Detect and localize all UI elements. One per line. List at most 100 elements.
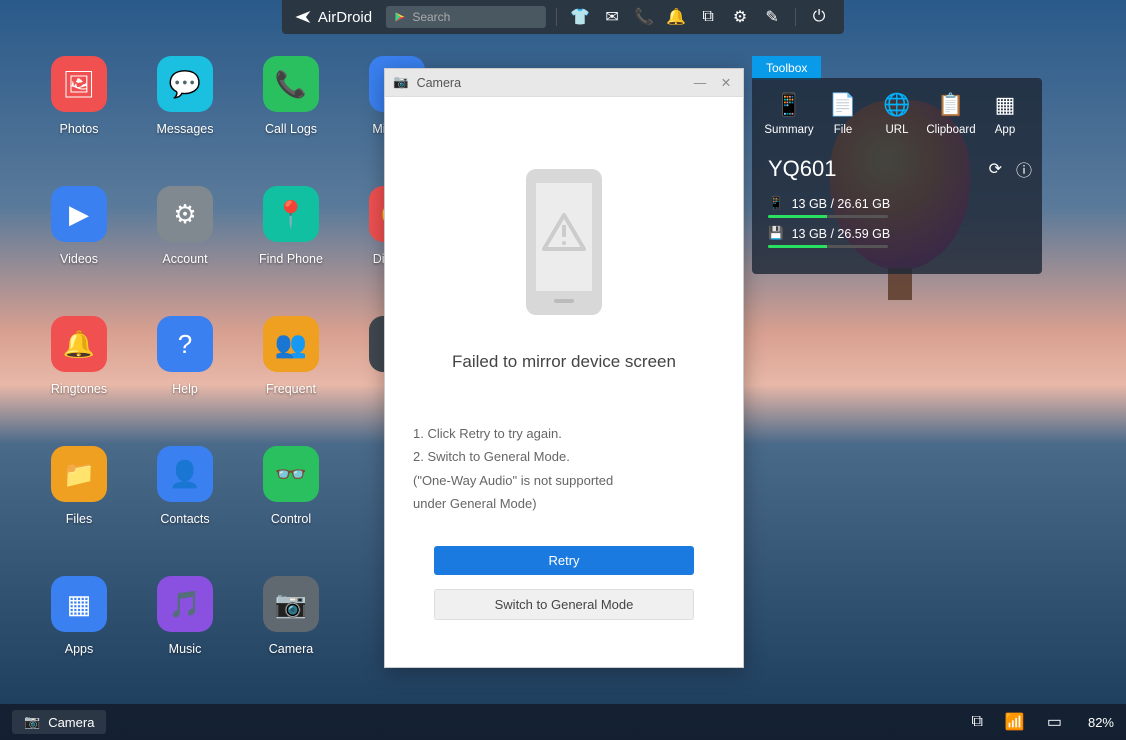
tool-label: Summary (764, 124, 813, 136)
ringtones-icon: 🔔 (51, 316, 107, 372)
search-input[interactable] (412, 10, 538, 24)
videos-icon: ▶ (51, 186, 107, 242)
tool-summary[interactable]: 📱 Summary (763, 92, 815, 136)
find phone-icon: 📍 (263, 186, 319, 242)
app-label: Find Phone (259, 252, 323, 266)
edit-icon[interactable]: ✎ (759, 4, 785, 30)
app-photos[interactable]: 🖼Photos (26, 56, 132, 186)
dialog-steps: 1. Click Retry to try again. 2. Switch t… (413, 422, 715, 516)
app-music[interactable]: 🎵Music (132, 576, 238, 706)
account-icon: ⚙ (157, 186, 213, 242)
refresh-icon[interactable]: ⟳ (989, 159, 1002, 179)
tool-url[interactable]: 🌐 URL (871, 92, 923, 136)
phone-icon[interactable]: 📞 (631, 4, 657, 30)
app-files[interactable]: 📁 Files (26, 446, 132, 576)
battery-icon[interactable]: ▭ (1047, 712, 1062, 732)
close-button[interactable]: ✕ (717, 75, 735, 90)
wifi-icon[interactable]: 📶 (1005, 712, 1025, 732)
files-icon: 📁 (51, 446, 107, 502)
mail-icon[interactable]: ✉ (599, 4, 625, 30)
app-control[interactable]: 👓 Control (238, 446, 344, 576)
storage-bar (768, 215, 888, 218)
battery-percent: 82% (1088, 715, 1114, 730)
app-label: Apps (65, 642, 94, 656)
switch-mode-button[interactable]: Switch to General Mode (434, 589, 694, 620)
taskbar: 📷 Camera ⧉ 📶 ▭ 82% (0, 704, 1126, 740)
bell-icon[interactable]: 🔔 (663, 4, 689, 30)
app-camera[interactable]: 📷 Camera (238, 576, 344, 706)
minimize-button[interactable]: — (691, 76, 709, 90)
storage-text: 13 GB / 26.59 GB (792, 227, 891, 241)
tool-label: App (995, 124, 1015, 136)
call logs-icon: 📞 (263, 56, 319, 112)
gear-icon[interactable]: ⚙ (727, 4, 753, 30)
tool-file[interactable]: 📄File (817, 92, 869, 136)
taskbar-item-camera[interactable]: 📷 Camera (12, 710, 106, 734)
storage-list: 📱 13 GB / 26.61 GB 💾 13 GB / 26.59 GB (762, 196, 1032, 248)
dialog-title: Camera (417, 76, 461, 90)
tool-clipboard[interactable]: 📋 Clipboard (925, 92, 977, 136)
power-icon[interactable]: ⏻ (806, 4, 832, 30)
cast-icon[interactable]: ⧉ (971, 713, 982, 731)
brand-text: AirDroid (318, 9, 372, 26)
play-icon (394, 10, 406, 24)
step-1: 1. Click Retry to try again. (413, 422, 715, 445)
clipboard-icon: 📋 (937, 92, 964, 118)
apps-icon: ▦ (51, 576, 107, 632)
app-apps[interactable]: ▦ Apps (26, 576, 132, 706)
toolbox-row: 📱 Summary 📄File 🌐 URL 📋 Clipboard ▦ App (762, 92, 1032, 136)
toolbox-panel: 📱 Summary 📄File 🌐 URL 📋 Clipboard ▦ App YQ601 ⟳ … (752, 78, 1042, 274)
app-messages[interactable]: 💬Messages (132, 56, 238, 186)
app-label: Ringtones (51, 382, 107, 396)
url-icon: 🌐 (883, 92, 910, 118)
tool-label: Clipboard (926, 124, 975, 136)
storage-icon: 📱 (768, 196, 784, 211)
device-name-row: YQ601 ⟳ ⓘ (768, 156, 1032, 182)
search-box[interactable] (386, 6, 546, 28)
dialog-body: Failed to mirror device screen 1. Click … (385, 97, 743, 654)
app-videos[interactable]: ▶Videos (26, 186, 132, 316)
app-label: Messages (157, 122, 214, 136)
app-help[interactable]: ?Help (132, 316, 238, 446)
toolbox-tab[interactable]: Toolbox (752, 56, 821, 80)
retry-button[interactable]: Retry (434, 546, 694, 575)
shirt-icon[interactable]: 👕 (567, 4, 593, 30)
brand-logo[interactable]: AirDroid (294, 8, 372, 26)
topbar: AirDroid 👕 ✉ 📞 🔔 ⧉ ⚙ ✎ ⏻ (282, 0, 844, 34)
app-frequent[interactable]: 👥Frequent (238, 316, 344, 446)
camera-icon: 📷 (24, 714, 40, 730)
storage-row-0: 📱 13 GB / 26.61 GB (768, 196, 1026, 218)
summary-icon: 📱 (775, 92, 802, 118)
device-name: YQ601 (768, 156, 837, 182)
app-find-phone[interactable]: 📍 Find Phone (238, 186, 344, 316)
separator (795, 8, 796, 26)
devices-icon[interactable]: ⧉ (695, 4, 721, 30)
app-label: Control (271, 512, 311, 526)
storage-text: 13 GB / 26.61 GB (792, 197, 891, 211)
photos-icon: 🖼 (51, 56, 107, 112)
dialog-titlebar[interactable]: 📷 Camera — ✕ (385, 69, 743, 97)
app-contacts[interactable]: 👤Contacts (132, 446, 238, 576)
camera-icon: 📷 (263, 576, 319, 632)
help-icon: ? (157, 316, 213, 372)
storage-icon: 💾 (768, 226, 784, 241)
app-label: Files (66, 512, 92, 526)
app-call-logs[interactable]: 📞Call Logs (238, 56, 344, 186)
tool-label: URL (885, 124, 908, 136)
phone-warning-icon (518, 167, 610, 317)
control-icon: 👓 (263, 446, 319, 502)
app-label: Account (162, 252, 207, 266)
taskbar-item-label: Camera (48, 715, 94, 730)
app-ringtones[interactable]: 🔔 Ringtones (26, 316, 132, 446)
app-icon: ▦ (995, 92, 1016, 118)
frequent-icon: 👥 (263, 316, 319, 372)
file-icon: 📄 (829, 92, 856, 118)
app-label: Camera (269, 642, 313, 656)
camera-dialog: 📷 Camera — ✕ Failed to mirror device scr… (384, 68, 744, 668)
tool-app[interactable]: ▦ App (979, 92, 1031, 136)
app-account[interactable]: ⚙ Account (132, 186, 238, 316)
app-label: Contacts (160, 512, 209, 526)
storage-row-1: 💾 13 GB / 26.59 GB (768, 226, 1026, 248)
info-icon[interactable]: ⓘ (1016, 157, 1032, 181)
app-label: Music (169, 642, 202, 656)
